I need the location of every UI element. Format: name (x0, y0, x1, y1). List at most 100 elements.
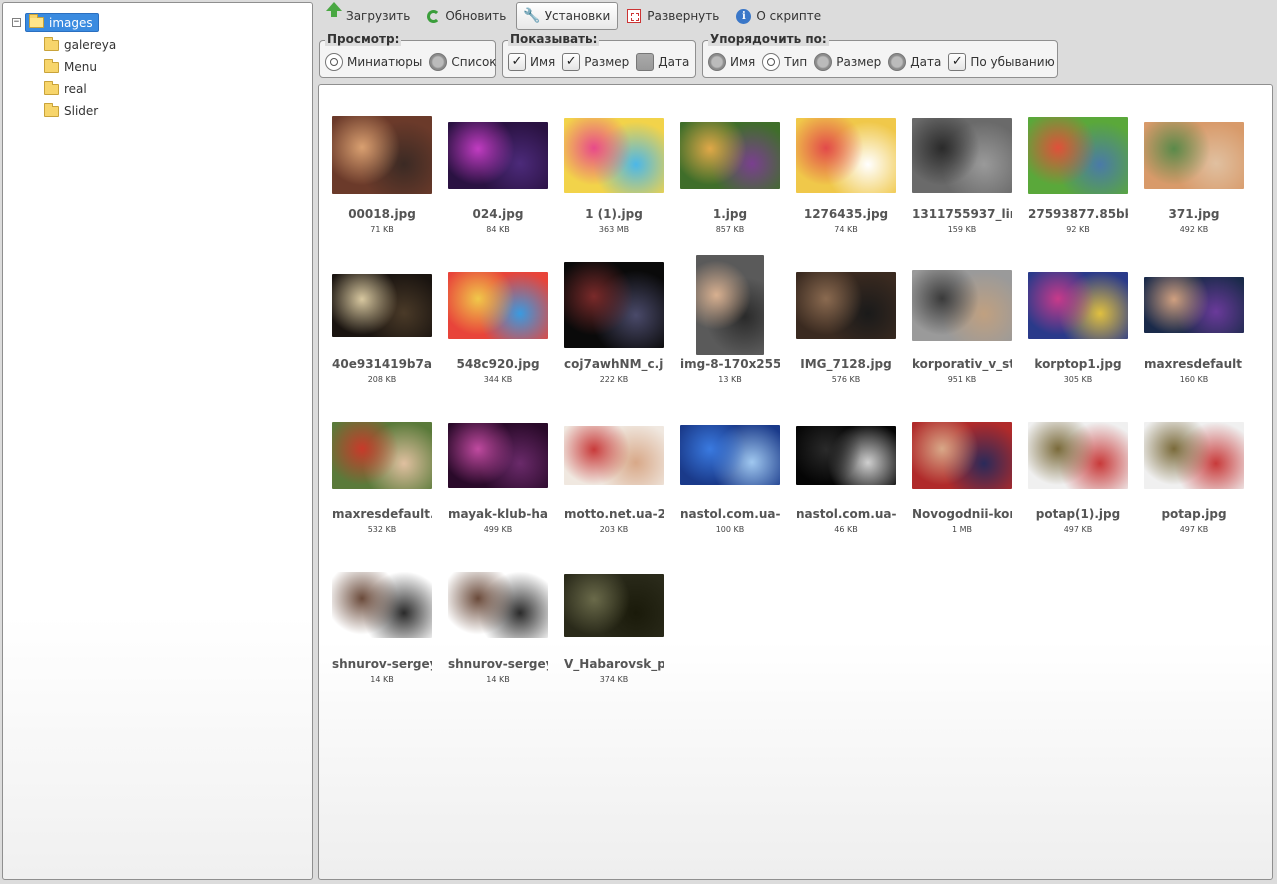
thumbnail-frame (448, 255, 548, 355)
show-date-checkbox[interactable]: Дата (636, 53, 689, 71)
tree-item-menu[interactable]: Menu (44, 58, 97, 74)
file-size: 160 KB (1179, 375, 1209, 384)
tree-item-images[interactable]: images (25, 13, 99, 32)
thumbnail-frame (332, 405, 432, 505)
file-size: 159 KB (947, 225, 977, 234)
file-item[interactable]: shnurov-sergey-1 14 KB (332, 555, 432, 705)
show-name-label: Имя (530, 55, 556, 69)
sort-type-radio[interactable]: Тип (762, 53, 807, 71)
sort-by-group: Упорядочить по: Имя Тип Размер Дата ✓ По… (702, 32, 1058, 78)
file-item[interactable]: 1276435.jpg 74 KB (796, 105, 896, 255)
thumbnail-image (448, 572, 548, 638)
expand-button[interactable]: Развернуть (620, 2, 727, 30)
file-item[interactable]: korptop1.jpg 305 KB (1028, 255, 1128, 405)
file-size: 951 KB (947, 375, 977, 384)
file-size: 305 KB (1063, 375, 1093, 384)
tree-item-label: images (49, 15, 93, 30)
view-list-radio[interactable]: Список (429, 53, 497, 71)
thumbnail-frame (912, 105, 1012, 205)
collapse-toggle-icon[interactable]: − (12, 18, 21, 27)
thumbnail-image (680, 121, 780, 189)
show-size-checkbox[interactable]: ✓ Размер (562, 53, 629, 71)
thumbnail-image (332, 421, 432, 489)
file-size: 222 KB (599, 375, 629, 384)
file-name: motto.net.ua-2.jpg (564, 507, 664, 521)
file-item[interactable]: nastol.com.ua-1 100 KB (680, 405, 780, 555)
file-item[interactable]: korporativ_v_stile 951 KB (912, 255, 1012, 405)
file-name: Novogodnii-korporativ (912, 507, 1012, 521)
thumbnail-frame (680, 405, 780, 505)
file-item[interactable]: 024.jpg 84 KB (448, 105, 548, 255)
thumbnail-frame (332, 255, 432, 355)
file-item[interactable]: shnurov-sergey-2 14 KB (448, 555, 548, 705)
tree-item-slider[interactable]: Slider (44, 102, 98, 118)
show-name-checkbox[interactable]: ✓ Имя (508, 53, 555, 71)
file-size: 13 KB (718, 375, 742, 384)
folder-icon (44, 58, 59, 73)
file-item[interactable]: 1.jpg 857 KB (680, 105, 780, 255)
sort-size-radio[interactable]: Размер (814, 53, 881, 71)
file-item[interactable]: coj7awhNM_c.jpg 222 KB (564, 255, 664, 405)
radio-selected-icon (325, 53, 343, 71)
file-item[interactable]: 548c920.jpg 344 KB (448, 255, 548, 405)
about-button[interactable]: i О скрипте (729, 2, 829, 30)
file-item[interactable]: maxresdefault (1).jpg 160 KB (1144, 255, 1244, 405)
file-item[interactable]: IMG_7128.jpg 576 KB (796, 255, 896, 405)
folder-icon (44, 80, 59, 95)
sort-by-legend: Упорядочить по: (708, 32, 829, 46)
view-thumbnails-radio[interactable]: Миниатюры (325, 53, 422, 71)
thumbnail-image (1144, 277, 1244, 333)
file-name: maxresdefault (1).jpg (1144, 357, 1244, 371)
thumbnail-image (564, 573, 664, 637)
thumbnail-image (796, 425, 896, 485)
file-item[interactable]: mayak-klub-harkov 499 KB (448, 405, 548, 555)
file-item[interactable]: potap(1).jpg 497 KB (1028, 405, 1128, 555)
checkbox-checked-icon: ✓ (508, 53, 526, 71)
thumbnail-image (448, 121, 548, 189)
file-item[interactable]: Novogodnii-korporativ 1 MB (912, 405, 1012, 555)
thumbnail-frame (564, 555, 664, 655)
file-item[interactable]: potap.jpg 497 KB (1144, 405, 1244, 555)
file-item[interactable]: 27593877.85bk 92 KB (1028, 105, 1128, 255)
file-size: 92 KB (1066, 225, 1090, 234)
thumbnail-frame (912, 405, 1012, 505)
sort-date-radio[interactable]: Дата (888, 53, 941, 71)
sort-descending-checkbox[interactable]: ✓ По убыванию (948, 53, 1055, 71)
file-size: 84 KB (486, 225, 510, 234)
radio-icon (888, 53, 907, 71)
thumbnail-frame (1028, 255, 1128, 355)
file-item[interactable]: 1 (1).jpg 363 MB (564, 105, 664, 255)
settings-button[interactable]: 🔧 Установки (516, 2, 619, 30)
file-size: 492 KB (1179, 225, 1209, 234)
tree-item-galereya[interactable]: galereya (44, 36, 116, 52)
file-name: img-8-170x255 (680, 357, 780, 371)
tree-item-real[interactable]: real (44, 80, 87, 96)
radio-icon (708, 53, 726, 71)
file-name: 27593877.85bk (1028, 207, 1128, 221)
file-item[interactable]: 1311755937_linkin 159 KB (912, 105, 1012, 255)
sort-name-radio[interactable]: Имя (708, 53, 755, 71)
file-name: 371.jpg (1168, 207, 1220, 221)
thumbnail-frame (448, 105, 548, 205)
file-item[interactable]: img-8-170x255 13 KB (680, 255, 780, 405)
file-name: 1276435.jpg (803, 207, 889, 221)
folder-open-icon (29, 14, 44, 28)
thumbnail-image (680, 425, 780, 485)
file-item[interactable]: motto.net.ua-2.jpg 203 KB (564, 405, 664, 555)
file-item[interactable]: 371.jpg 492 KB (1144, 105, 1244, 255)
refresh-button[interactable]: Обновить (420, 2, 514, 30)
file-item[interactable]: nastol.com.ua-2 46 KB (796, 405, 896, 555)
file-item[interactable]: 00018.jpg 71 KB (332, 105, 432, 255)
upload-button[interactable]: Загрузить (319, 2, 418, 30)
thumbnail-image (1144, 421, 1244, 489)
file-size: 14 KB (370, 675, 394, 684)
file-item[interactable]: 40e931419b7a1 208 KB (332, 255, 432, 405)
tree-root: − images (12, 13, 99, 32)
thumbnail-frame (564, 405, 664, 505)
file-item[interactable]: maxresdefault.jpg 532 KB (332, 405, 432, 555)
radio-icon (814, 53, 833, 71)
file-browser-panel: 00018.jpg 71 KB 024.jpg 84 KB 1 (1).jpg 363 M… (318, 84, 1273, 880)
thumbnail-image (1028, 116, 1128, 194)
file-name: mayak-klub-harkov (448, 507, 548, 521)
file-item[interactable]: V_Habarovsk_priedet 374 KB (564, 555, 664, 705)
